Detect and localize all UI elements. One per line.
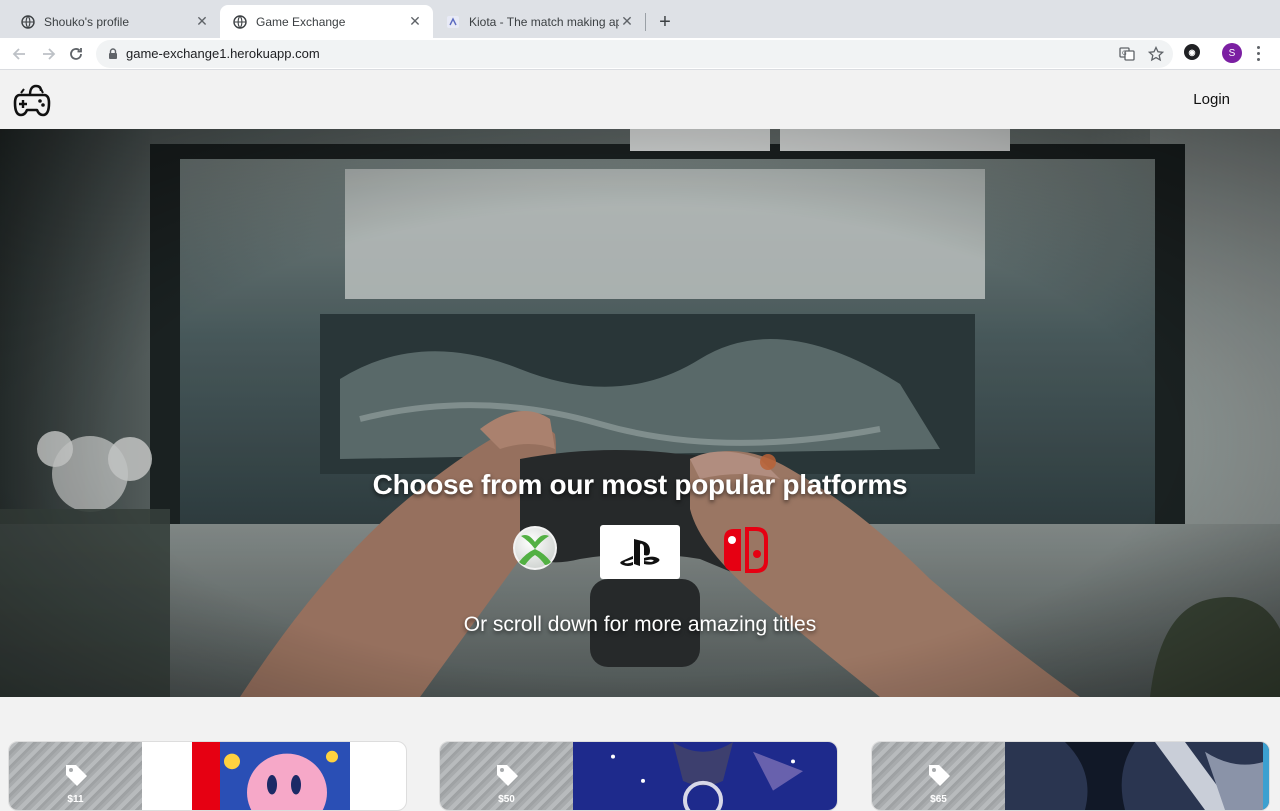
game-card[interactable]: $11 bbox=[8, 741, 407, 811]
bookmark-star-icon[interactable] bbox=[1147, 45, 1165, 63]
price-tag-icon bbox=[929, 765, 950, 786]
platform-selector bbox=[0, 525, 1280, 581]
url-text: game-exchange1.herokuapp.com bbox=[126, 46, 320, 61]
browser-tab-strip: Shouko's profile ✕ Game Exchange ✕ Kiota… bbox=[0, 0, 1280, 38]
lock-icon bbox=[109, 48, 117, 59]
tab-title: Game Exchange bbox=[256, 14, 346, 29]
back-arrow-icon[interactable] bbox=[8, 42, 32, 66]
globe-icon bbox=[232, 14, 248, 30]
profile-avatar[interactable]: S bbox=[1222, 43, 1242, 63]
svg-text:G: G bbox=[1122, 50, 1127, 57]
game-card[interactable]: $65 bbox=[871, 741, 1270, 811]
price-tag-icon bbox=[497, 765, 518, 786]
browser-toolbar: game-exchange1.herokuapp.com G bbox=[0, 38, 1280, 70]
site-header: Login bbox=[0, 71, 1280, 129]
reload-icon[interactable] bbox=[64, 42, 88, 66]
kiota-favicon-icon bbox=[445, 14, 461, 30]
tab-close-icon[interactable]: ✕ bbox=[619, 13, 635, 30]
tab-shouko-profile[interactable]: Shouko's profile ✕ bbox=[8, 5, 220, 38]
tab-close-icon[interactable]: ✕ bbox=[194, 13, 210, 30]
tab-close-icon[interactable]: ✕ bbox=[407, 13, 423, 30]
tab-kiota[interactable]: Kiota - The match making app ✕ bbox=[433, 5, 645, 38]
tab-game-exchange[interactable]: Game Exchange ✕ bbox=[220, 5, 433, 38]
hero-background-image bbox=[0, 129, 1280, 697]
tab-title: Shouko's profile bbox=[44, 14, 130, 29]
globe-icon bbox=[20, 14, 36, 30]
browser-menu-icon[interactable] bbox=[1252, 44, 1264, 62]
translate-icon[interactable]: G bbox=[1118, 45, 1136, 63]
nintendo-switch-logo-icon[interactable] bbox=[722, 527, 768, 578]
hero-banner: Choose from our most popular platforms O… bbox=[0, 129, 1280, 697]
hero-title: Choose from our most popular platforms bbox=[372, 469, 908, 500]
extension-icon[interactable]: ◉ bbox=[1184, 44, 1200, 60]
tab-title: Kiota - The match making app bbox=[469, 14, 619, 29]
address-bar[interactable]: game-exchange1.herokuapp.com G bbox=[96, 40, 1173, 68]
game-card[interactable]: $50 bbox=[439, 741, 838, 811]
gamepad-logo-icon[interactable] bbox=[12, 81, 52, 119]
game-card-list: $11 $50 $65 bbox=[0, 697, 1280, 811]
price-tag-icon bbox=[66, 765, 87, 786]
playstation-logo-icon[interactable] bbox=[600, 525, 680, 584]
tab-separator bbox=[645, 13, 646, 31]
login-link[interactable]: Login bbox=[1193, 91, 1230, 108]
forward-arrow-icon[interactable] bbox=[36, 42, 60, 66]
hero-subtitle: Or scroll down for more amazing titles bbox=[463, 613, 817, 636]
xbox-logo-icon[interactable] bbox=[512, 525, 558, 576]
new-tab-plus-icon[interactable]: + bbox=[652, 9, 678, 35]
